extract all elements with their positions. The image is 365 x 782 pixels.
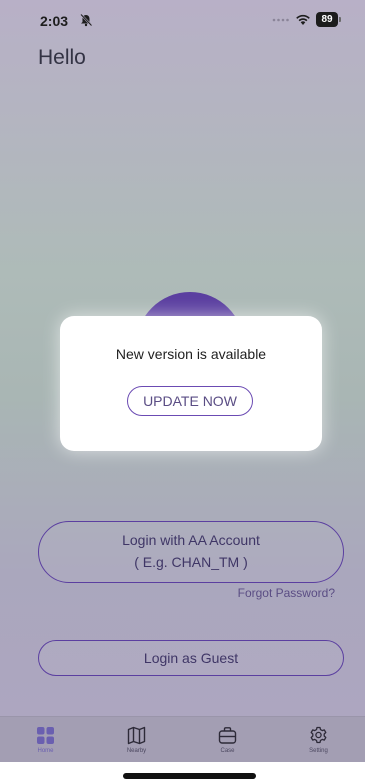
briefcase-icon — [218, 727, 237, 744]
home-indicator — [123, 773, 256, 779]
login-aa-label: Login with AA Account — [122, 532, 260, 548]
battery-icon: 89 — [316, 12, 342, 27]
dialog-message: New version is available — [115, 346, 267, 362]
grid-icon — [37, 727, 54, 744]
tab-case-label: Case — [220, 748, 235, 754]
status-bar: 2:03 89 — [0, 0, 365, 40]
login-guest-button[interactable]: Login as Guest — [38, 640, 344, 676]
greeting-title: Hello — [38, 46, 86, 69]
signal-icon — [272, 18, 289, 22]
update-now-button[interactable]: UPDATE NOW — [127, 386, 253, 416]
tab-bar: Home Nearby Case Setting — [0, 716, 365, 762]
tab-home[interactable]: Home — [0, 717, 91, 762]
app-screen: 2:03 89 Hello New version is available U… — [0, 0, 365, 782]
wifi-icon — [296, 14, 310, 25]
tab-setting-label: Setting — [309, 748, 328, 754]
map-icon — [127, 726, 146, 745]
tab-nearby[interactable]: Nearby — [91, 717, 182, 762]
bell-slash-icon — [80, 13, 93, 27]
battery-tip — [339, 17, 341, 22]
tab-case[interactable]: Case — [182, 717, 273, 762]
update-dialog: New version is available UPDATE NOW — [60, 316, 322, 451]
tab-setting[interactable]: Setting — [273, 717, 364, 762]
tab-nearby-label: Nearby — [126, 748, 147, 754]
battery-level: 89 — [316, 12, 338, 27]
login-aa-account-button[interactable]: Login with AA Account ( E.g. CHAN_TM ) — [38, 521, 344, 583]
tab-home-label: Home — [37, 748, 54, 754]
login-aa-example: ( E.g. CHAN_TM ) — [134, 554, 248, 570]
status-time: 2:03 — [40, 13, 69, 29]
gear-icon — [310, 726, 327, 744]
forgot-password-link[interactable]: Forgot Password? — [238, 586, 335, 600]
